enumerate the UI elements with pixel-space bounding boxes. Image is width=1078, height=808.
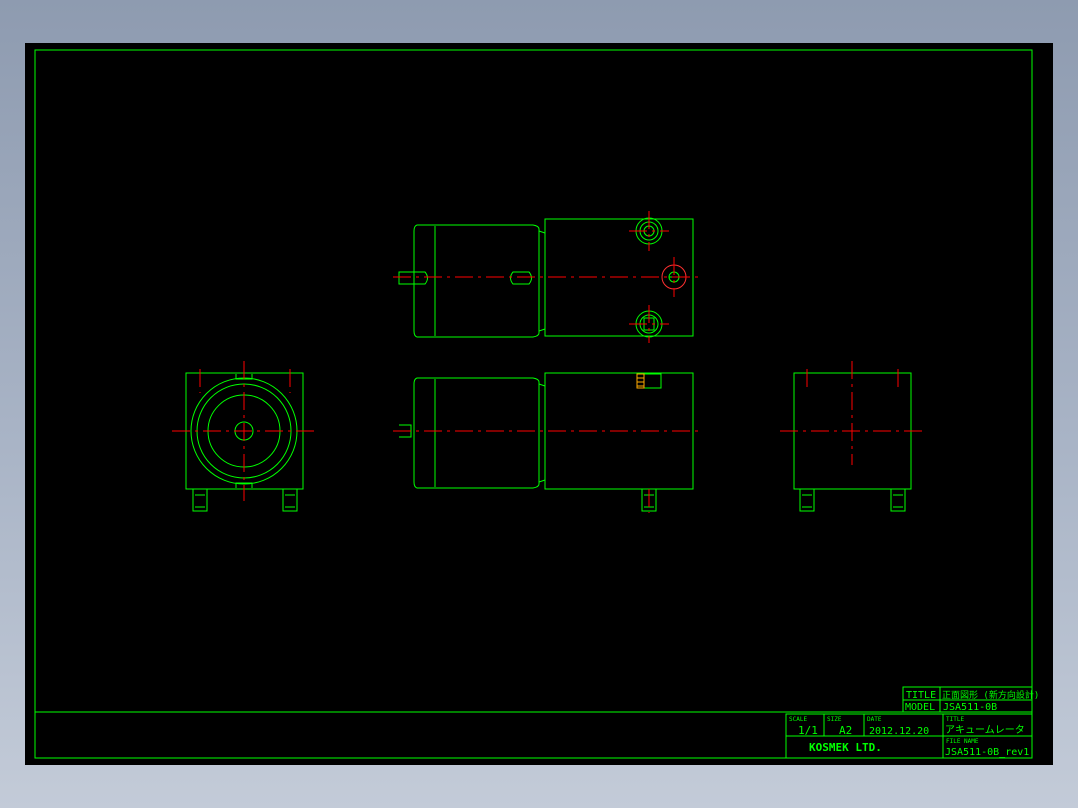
file-label: FILE NAME: [946, 738, 979, 745]
name-label: TITLE: [946, 716, 964, 723]
size-value: A2: [839, 724, 852, 737]
drawing-frame: [34, 49, 1033, 759]
drawing-sheet: TITLE 正面図形 (新方向設計) MODEL JSA511-0B SCALE…: [25, 43, 1053, 765]
file-value: JSA511-0B_rev1: [945, 747, 1029, 758]
title-label: TITLE: [906, 690, 936, 701]
date-value: 2012.12.20: [869, 726, 929, 737]
top-view-centerlines: [393, 211, 703, 343]
company-name: KOSMEK LTD.: [809, 741, 882, 754]
title-value: 正面図形 (新方向設計): [942, 689, 1039, 701]
date-label: DATE: [867, 716, 882, 723]
size-label: SIZE: [827, 716, 842, 723]
cad-drawing: TITLE 正面図形 (新方向設計) MODEL JSA511-0B SCALE…: [34, 49, 1039, 759]
left-side-view-centerlines: [172, 361, 317, 501]
model-label: MODEL: [905, 702, 935, 713]
name-value: アキュームレータ: [945, 724, 1025, 736]
right-side-view-centerlines: [780, 361, 925, 465]
model-value: JSA511-0B: [943, 702, 997, 713]
scale-label: SCALE: [789, 716, 807, 723]
scale-value: 1/1: [798, 724, 818, 737]
